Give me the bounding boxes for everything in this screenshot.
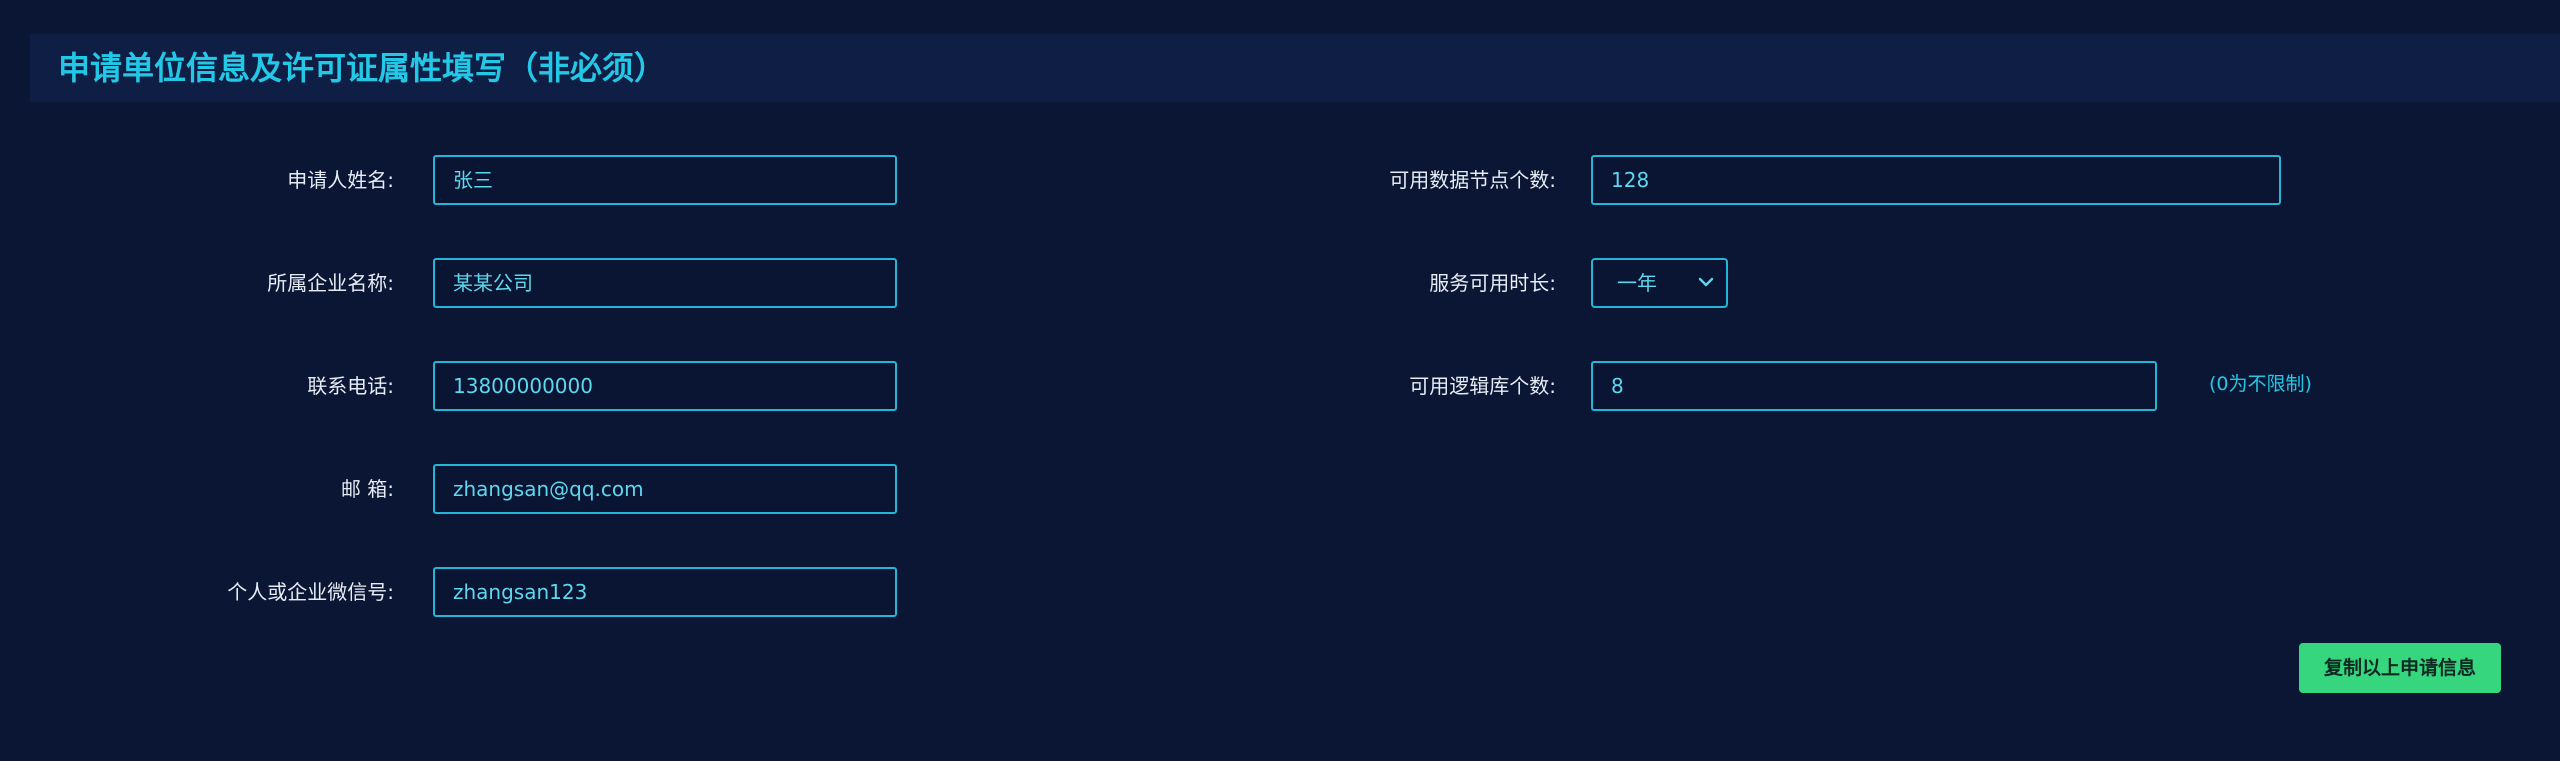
- logical-dbs-label: 可用逻辑库个数:: [1409, 374, 1556, 398]
- email-input[interactable]: zhangsan@qq.com: [433, 464, 897, 514]
- applicant-name-label: 申请人姓名:: [287, 168, 394, 192]
- email-label: 邮 箱:: [340, 477, 394, 501]
- logical-dbs-hint: (0为不限制): [2209, 373, 2312, 395]
- license-form-panel: 申请单位信息及许可证属性填写（非必须） 申请人姓名: 张三 所属企业名称: 某某…: [0, 0, 2560, 761]
- data-nodes-input[interactable]: 128: [1591, 155, 2281, 205]
- service-duration-label: 服务可用时长:: [1429, 271, 1556, 295]
- phone-label: 联系电话:: [307, 374, 394, 398]
- applicant-name-input[interactable]: 张三: [433, 155, 897, 205]
- service-duration-select[interactable]: 一年: [1591, 258, 1728, 308]
- logical-dbs-input[interactable]: 8: [1591, 361, 2157, 411]
- section-header: 申请单位信息及许可证属性填写（非必须）: [30, 34, 2560, 102]
- company-name-input[interactable]: 某某公司: [433, 258, 897, 308]
- wechat-input[interactable]: zhangsan123: [433, 567, 897, 617]
- service-duration-value: 一年: [1617, 271, 1657, 295]
- chevron-down-icon: [1698, 277, 1714, 287]
- company-name-label: 所属企业名称:: [267, 271, 394, 295]
- wechat-label: 个人或企业微信号:: [227, 580, 394, 604]
- copy-info-button[interactable]: 复制以上申请信息: [2299, 643, 2501, 693]
- section-title: 申请单位信息及许可证属性填写（非必须）: [58, 49, 667, 87]
- phone-input[interactable]: 13800000000: [433, 361, 897, 411]
- data-nodes-label: 可用数据节点个数:: [1389, 168, 1556, 192]
